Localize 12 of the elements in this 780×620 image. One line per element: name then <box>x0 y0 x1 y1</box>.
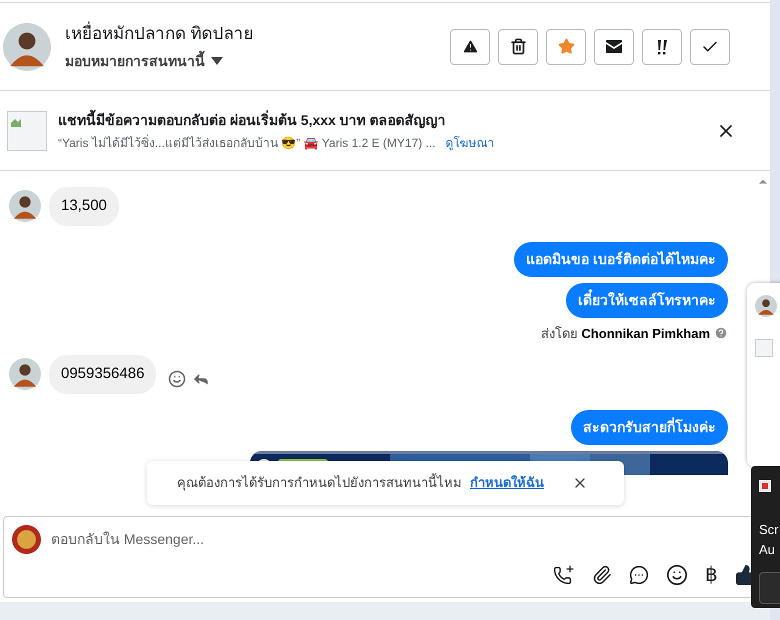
notification-text: Au <box>759 541 776 559</box>
notification-text: Scr <box>759 521 780 539</box>
ad-title: แชทนี้มีข้อความตอบกลับต่อ ผ่อนเริ่มต้น 5,xxx บาท ตลอดสัญญา <box>58 110 447 130</box>
contact-name: เหยื่อหมักปลากด ทิดปลาย <box>65 21 254 47</box>
ad-description: “Yaris ไม่ได้มีไว้ซิ่ง...แต่มีไว้ส่งเธอกลับบ้าน 😎” 🚘 Yaris 1.2 E (MY17) ... <box>58 134 436 152</box>
message-bubble: แอดมินขอ เบอร์ติดต่อได้ไหมคะ <box>514 242 728 276</box>
sent-by-text: ส่งโดย Chonnikan Pimkham <box>540 324 710 342</box>
message-bubble: 13,500 <box>49 187 119 226</box>
message-bubble: 0959356486 <box>49 355 156 394</box>
message-bubble: เดี๋ยวให้เซลล์โทรหาคะ <box>566 282 728 318</box>
assign-question: คุณต้องการได้รับการกำหนดไปยังการสนทนานี้ไหม <box>177 473 462 492</box>
message-bubble: สะดวกรับสายกี่โมงค่ะ <box>571 410 728 444</box>
